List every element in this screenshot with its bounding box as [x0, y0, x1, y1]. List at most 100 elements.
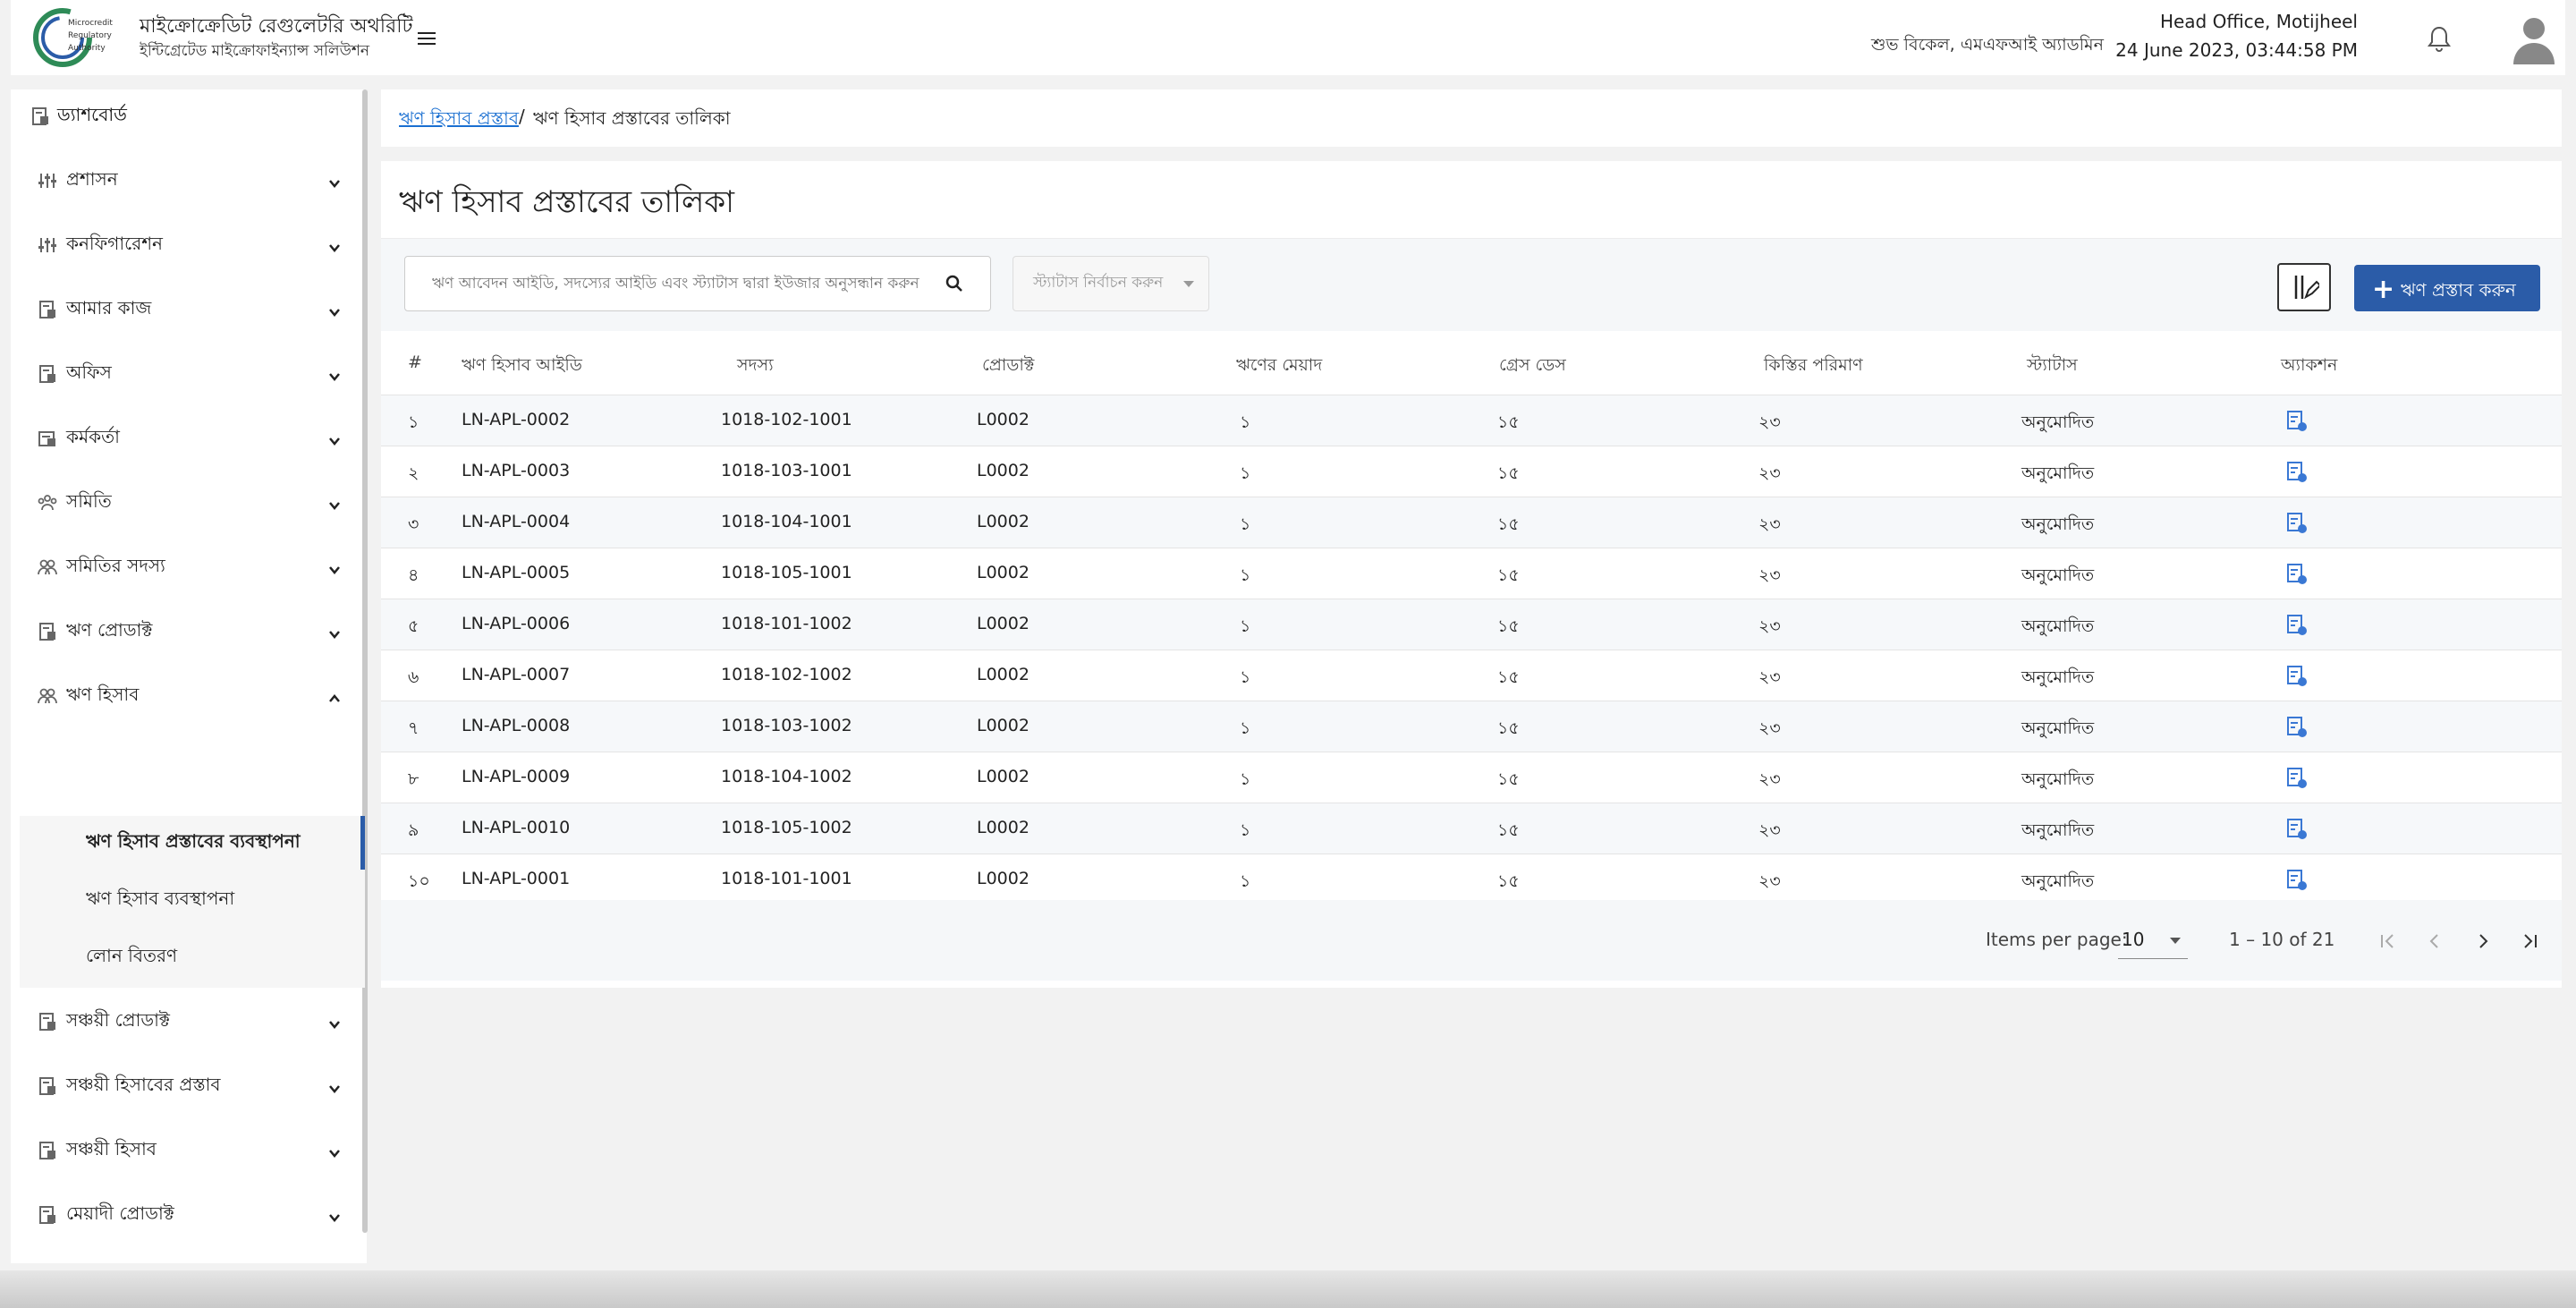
table-cell: ৩ — [408, 514, 419, 534]
page-size-select[interactable]: 10 — [2118, 923, 2188, 959]
table-cell: L0002 — [977, 512, 1030, 531]
table-row[interactable]: ৯ LN-APL-0010 1018-105-1002 L0002 ১ ১৫ ২৩ অনুমো… — [381, 803, 2562, 854]
dropdown-arrow-icon — [2170, 938, 2181, 944]
org-subtitle: ইন্টিগ্রেটেড মাইক্রোফাইন্যান্স সলিউশন — [140, 42, 370, 60]
table-cell: L0002 — [977, 767, 1030, 786]
sidebar-item[interactable]: ঋণ প্রোডাক্ট — [11, 605, 356, 658]
sidebar-item[interactable]: সঞ্চয়ী হিসাবের প্রস্তাব — [11, 1059, 356, 1113]
users-icon — [38, 557, 57, 577]
table-row[interactable]: ২ LN-APL-0003 1018-103-1001 L0002 ১ ১৫ ২৩ অনুমো… — [381, 446, 2562, 497]
office-name: Head Office, Motijheel — [2159, 11, 2358, 32]
document-icon — [38, 364, 57, 384]
status-select[interactable]: স্ট্যাটাস নির্বাচন করুন — [1013, 256, 1209, 311]
chevron-down-icon[interactable] — [327, 367, 342, 381]
sidebar-item[interactable]: কনফিগারেশন — [11, 218, 356, 272]
view-details-icon[interactable] — [2286, 512, 2308, 535]
sidebar-subitem-loan-disbursement[interactable]: লোন বিতরণ — [20, 930, 365, 984]
chevron-down-icon[interactable] — [327, 431, 342, 446]
next-page-button[interactable] — [2467, 925, 2499, 957]
chevron-down-icon[interactable] — [327, 302, 342, 317]
table-row[interactable]: ৬ LN-APL-0007 1018-102-1002 L0002 ১ ১৫ ২৩ অনুমো… — [381, 650, 2562, 701]
view-details-icon[interactable] — [2286, 461, 2308, 484]
sidebar-item-label: সমিতির সদস্য — [66, 554, 165, 576]
chevron-up-icon[interactable] — [327, 689, 342, 703]
sidebar-item[interactable]: সঞ্চয়ী প্রোডাক্ট — [11, 995, 356, 1049]
table-cell: ১৫ — [1497, 820, 1520, 840]
view-details-icon[interactable] — [2286, 665, 2308, 688]
table-row[interactable]: ৮ LN-APL-0009 1018-104-1002 L0002 ১ ১৫ ২৩ অনুমো… — [381, 752, 2562, 803]
sidebar-item[interactable]: মেয়াদী প্রোডাক্ট — [11, 1188, 356, 1242]
chevron-down-icon[interactable] — [327, 1208, 342, 1222]
chevron-down-icon[interactable] — [327, 238, 342, 252]
chevron-down-icon[interactable] — [327, 624, 342, 639]
chevron-down-icon[interactable] — [327, 1015, 342, 1029]
page-size-value: 10 — [2122, 929, 2145, 950]
table-cell: 1018-105-1002 — [721, 818, 852, 837]
sidebar-item[interactable]: মেয়াদী হিসাব প্রস্তাব — [11, 1253, 356, 1263]
search-input[interactable] — [432, 275, 933, 293]
last-page-button[interactable] — [2513, 925, 2546, 957]
view-details-icon[interactable] — [2286, 614, 2308, 637]
sidebar-item[interactable]: ঋণ হিসাব — [11, 669, 356, 723]
add-loan-proposal-label: ঋণ প্রস্তাব করুন — [2401, 279, 2516, 301]
table-row[interactable]: ৭ LN-APL-0008 1018-103-1002 L0002 ১ ১৫ ২৩ অনুমো… — [381, 701, 2562, 752]
chevron-down-icon[interactable] — [327, 1079, 342, 1093]
table-cell: ২ — [408, 463, 419, 483]
table-cell: অনুমোদিত — [2021, 769, 2095, 789]
sidebar-item[interactable]: সমিতির সদস্য — [11, 540, 356, 594]
table-cell: ১ — [1240, 514, 1251, 534]
sidebar-item-label: ড্যাশবোর্ড — [57, 103, 127, 125]
table-cell: LN-APL-0003 — [462, 461, 571, 480]
sidebar-item-dashboard[interactable]: ড্যাশবোর্ড — [11, 89, 356, 143]
table-cell: ৫ — [408, 616, 419, 636]
sidebar-item[interactable]: আমার কাজ — [11, 283, 356, 336]
table-cell: ১ — [1240, 820, 1251, 840]
view-details-icon[interactable] — [2286, 767, 2308, 790]
table-row[interactable]: ১ LN-APL-0002 1018-102-1001 L0002 ১ ১৫ ২৩ অনুমো… — [381, 395, 2562, 446]
chevron-down-icon[interactable] — [327, 174, 342, 188]
table-cell: ১ — [1240, 463, 1251, 483]
view-details-icon[interactable] — [2286, 563, 2308, 586]
chevron-down-icon[interactable] — [327, 560, 342, 574]
breadcrumb-link-loan-proposal[interactable]: ঋণ হিসাব প্রস্তাব — [399, 106, 519, 135]
table-cell: ১০ — [408, 871, 430, 891]
table-row[interactable]: ৩ LN-APL-0004 1018-104-1001 L0002 ১ ১৫ ২৩ অনুমো… — [381, 497, 2562, 548]
table-cell: ২৩ — [1758, 616, 1781, 636]
sidebar-item-label: প্রশাসন — [66, 167, 118, 190]
hamburger-menu-button[interactable] — [413, 25, 440, 52]
sidebar-subitem-loan-proposal-management[interactable]: ঋণ হিসাব প্রস্তাবের ব্যবস্থাপনা — [20, 816, 365, 870]
chevron-down-icon[interactable] — [327, 496, 342, 510]
table-row[interactable]: ১০ LN-APL-0001 1018-101-1001 L0002 ১ ১৫ ২৩ অনুম… — [381, 854, 2562, 905]
sidebar-subitem-loan-account-management[interactable]: ঋণ হিসাব ব্যবস্থাপনা — [20, 873, 365, 927]
loan-account-submenu: ঋণ হিসাব প্রস্তাবের ব্যবস্থাপনা ঋণ হিসাব… — [20, 816, 365, 988]
sidebar-item[interactable]: সঞ্চয়ী হিসাব — [11, 1124, 356, 1177]
table-cell: 1018-103-1001 — [721, 461, 852, 480]
previous-page-button[interactable] — [2419, 925, 2451, 957]
chevron-down-icon[interactable] — [327, 1143, 342, 1158]
view-details-icon[interactable] — [2286, 410, 2308, 433]
column-settings-button[interactable] — [2277, 263, 2331, 311]
table-cell: অনুমোদিত — [2021, 871, 2095, 891]
first-page-button[interactable] — [2372, 925, 2404, 957]
column-header: স্ট্যাটাস — [2027, 355, 2078, 375]
sidebar-item[interactable]: কর্মকর্তা — [11, 412, 356, 465]
view-details-icon[interactable] — [2286, 716, 2308, 739]
sidebar-item[interactable]: প্রশাসন — [11, 154, 356, 208]
table-row[interactable]: ৫ LN-APL-0006 1018-101-1002 L0002 ১ ১৫ ২৩ অনুমো… — [381, 599, 2562, 650]
search-field[interactable] — [404, 256, 991, 311]
bell-icon[interactable] — [2426, 25, 2453, 54]
svg-text:Microcredit: Microcredit — [68, 19, 113, 28]
search-icon[interactable] — [945, 275, 963, 293]
dropdown-arrow-icon — [1183, 281, 1194, 287]
window-bottom-edge — [0, 1270, 2576, 1308]
table-cell: 1018-102-1002 — [721, 665, 852, 684]
sidebar-item[interactable]: সমিতি — [11, 476, 356, 530]
table-row[interactable]: ৪ LN-APL-0005 1018-105-1001 L0002 ১ ১৫ ২৩ অনুমো… — [381, 548, 2562, 599]
sidebar-item[interactable]: অফিস — [11, 347, 356, 401]
add-loan-proposal-button[interactable]: + ঋণ প্রস্তাব করুন — [2354, 265, 2540, 311]
current-datetime: 24 June 2023, 03:44:58 PM — [2115, 39, 2358, 61]
document-icon — [38, 300, 57, 319]
view-details-icon[interactable] — [2286, 818, 2308, 841]
avatar[interactable] — [2512, 14, 2556, 64]
view-details-icon[interactable] — [2286, 869, 2308, 892]
